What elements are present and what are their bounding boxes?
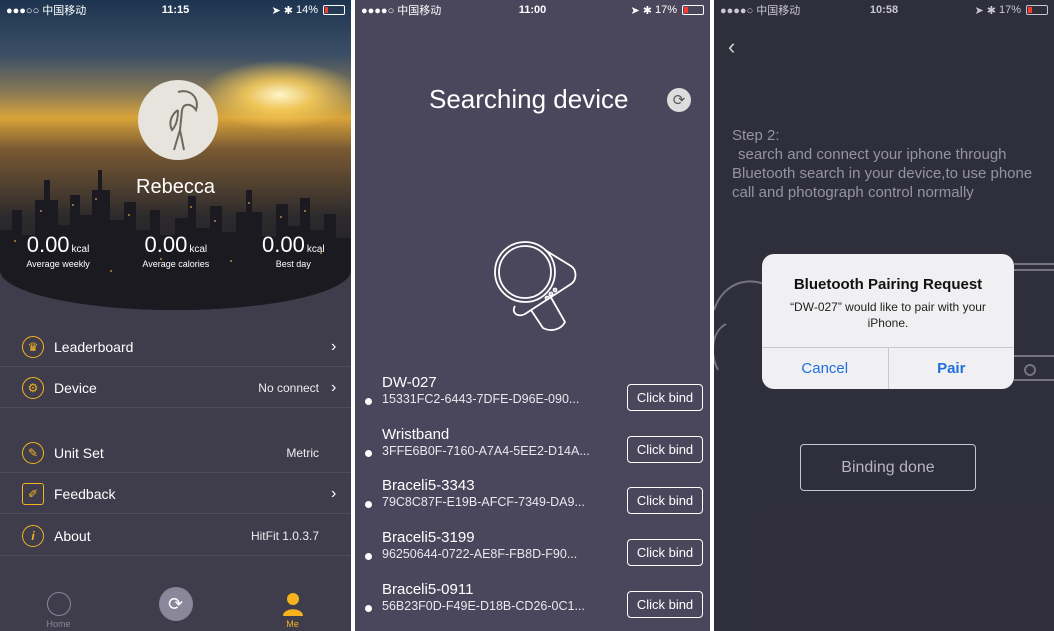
list-item: Braceli5-3199 96250644-0722-AE8F-FB8D-F9… — [355, 525, 710, 575]
stat-best-day: 0.00 kcal Best day — [262, 232, 325, 269]
device-name: Braceli5-3199 — [382, 529, 475, 546]
stat-value: 0.00 — [26, 232, 70, 257]
trophy-icon: ♛ — [22, 335, 44, 358]
battery-icon — [1026, 5, 1048, 15]
profile-screen: Rebecca 0.00 kcal Average weekly 0.00 kcal… — [0, 0, 351, 631]
device-name: Braceli5-3343 — [382, 477, 475, 494]
refresh-icon[interactable]: ⟳ — [667, 88, 691, 112]
menu-item-feedback[interactable]: ✐ Feedback › — [0, 474, 351, 514]
list-item: Braceli5-0911 56B23F0D-F49E-D18B-CD26-0C… — [355, 577, 710, 627]
click-bind-button[interactable]: Click bind — [627, 436, 703, 463]
bluetooth-pairing-dialog: Bluetooth Pairing Request “DW-027” would… — [762, 254, 1014, 389]
page-title: Searching device — [429, 84, 629, 114]
stats-row: 0.00 kcal Average weekly 0.00 kcal Average… — [0, 232, 351, 269]
home-icon — [46, 592, 71, 616]
bullet-icon — [365, 450, 372, 457]
stat-label: Average calories — [142, 259, 210, 269]
avatar[interactable] — [138, 80, 218, 160]
battery-icon — [682, 5, 704, 15]
menu-label: Device — [54, 379, 97, 396]
sunset-glow — [200, 60, 351, 130]
device-name: Braceli5-0911 — [382, 581, 474, 598]
chevron-right-icon: › — [331, 484, 337, 502]
menu-item-device[interactable]: ⚙ Device No connect › — [0, 368, 351, 408]
tab-label: Home — [46, 619, 71, 629]
edit-icon: ✐ — [22, 482, 44, 505]
info-icon: i — [22, 524, 44, 547]
user-name: Rebecca — [136, 176, 215, 198]
cancel-button[interactable]: Cancel — [762, 348, 888, 389]
menu-value: HitFit 1.0.3.7 — [250, 528, 319, 543]
menu-label: About — [54, 527, 91, 544]
device-id: 15331FC2-6443-7DFE-D96E-090... — [382, 392, 580, 406]
status-time: 11:00 — [518, 4, 547, 16]
sync-icon: ⟳ — [158, 587, 193, 621]
menu-item-about[interactable]: i About HitFit 1.0.3.7 — [0, 516, 351, 556]
city-skyline — [0, 170, 351, 310]
stat-label: Best day — [275, 259, 311, 269]
stat-value: 0.00 — [262, 232, 305, 257]
device-name: DW-027 — [382, 374, 437, 391]
click-bind-button[interactable]: Click bind — [627, 384, 703, 411]
watch-icon — [494, 241, 577, 331]
chevron-right-icon: › — [331, 337, 337, 355]
searching-device-screen: ●●●●○ 中国移动 11:00 ➤ ✱ 17% Searching devic… — [355, 0, 710, 631]
device-icon: ⚙ — [22, 376, 44, 399]
profile-header: Rebecca 0.00 kcal Average weekly 0.00 kcal… — [0, 0, 351, 310]
bullet-icon — [365, 398, 372, 405]
binding-done-button[interactable]: Binding done — [800, 444, 976, 491]
bullet-icon — [365, 501, 372, 508]
device-id: 79C8C87F-E19B-AFCF-7349-DA9... — [382, 495, 585, 509]
dialog-message: “DW-027” would like to pair with your iP… — [790, 300, 986, 330]
chevron-right-icon: › — [331, 378, 337, 396]
tab-home[interactable]: Home — [29, 592, 89, 629]
status-bar: ●●●○○ 中国移动 11:15 ➤ ✱ 14% — [0, 0, 351, 20]
stat-unit: kcal — [71, 244, 90, 255]
menu-value: No connect — [258, 380, 319, 395]
menu-label: Unit Set — [54, 444, 104, 461]
device-name: Wristband — [382, 426, 450, 443]
tab-bar: Home ⟳ Me — [0, 585, 351, 631]
stat-unit: kcal — [306, 244, 325, 255]
tab-me[interactable]: Me — [263, 592, 323, 629]
dialog-title: Bluetooth Pairing Request — [793, 276, 983, 293]
list-item: Wristband 3FFE6B0F-7160-A7A4-5EE2-D14A..… — [355, 422, 710, 472]
menu-item-leaderboard[interactable]: ♛ Leaderboard › — [0, 327, 351, 367]
ruler-icon: ✎ — [22, 441, 44, 464]
menu-item-unit-set[interactable]: ✎ Unit Set Metric — [0, 433, 351, 473]
menu-label: Leaderboard — [54, 338, 134, 355]
pairing-screen: ●●●●○ 中国移动 10:58 ➤ ✱ 17% ‹ Step 2: searc… — [714, 0, 1054, 631]
pair-button[interactable]: Pair — [887, 348, 1015, 389]
device-id: 96250644-0722-AE8F-FB8D-F90... — [382, 547, 578, 561]
list-item: Braceli5-3343 79C8C87F-E19B-AFCF-7349-DA… — [355, 473, 710, 523]
status-bar: ●●●●○ 中国移动 11:00 ➤ ✱ 17% — [355, 0, 710, 20]
menu-value: Metric — [286, 445, 319, 460]
stat-label: Average weekly — [26, 259, 90, 269]
bullet-icon — [365, 553, 372, 560]
heron-icon — [169, 90, 198, 151]
tab-label: Me — [286, 619, 299, 629]
click-bind-button[interactable]: Click bind — [627, 539, 703, 566]
status-time: 10:58 — [869, 4, 899, 16]
click-bind-button[interactable]: Click bind — [627, 591, 703, 618]
battery-icon — [323, 5, 345, 15]
status-bar: ●●●●○ 中国移动 10:58 ➤ ✱ 17% — [714, 0, 1054, 20]
menu-label: Feedback — [54, 485, 116, 502]
device-id: 56B23F0D-F49E-D18B-CD26-0C1... — [382, 599, 585, 613]
stat-average-weekly: 0.00 kcal Average weekly — [26, 232, 89, 269]
bullet-icon — [365, 605, 372, 612]
click-bind-button[interactable]: Click bind — [627, 487, 703, 514]
person-icon — [282, 593, 303, 616]
status-time: 11:15 — [161, 4, 190, 16]
tab-sync[interactable]: ⟳ — [146, 587, 206, 629]
stat-average-calories: 0.00 kcal Average calories — [142, 232, 209, 269]
stat-unit: kcal — [189, 244, 208, 255]
device-id: 3FFE6B0F-7160-A7A4-5EE2-D14A... — [382, 444, 590, 458]
list-item: DW-027 15331FC2-6443-7DFE-D96E-090... Cl… — [355, 370, 710, 420]
stat-value: 0.00 — [144, 232, 188, 257]
